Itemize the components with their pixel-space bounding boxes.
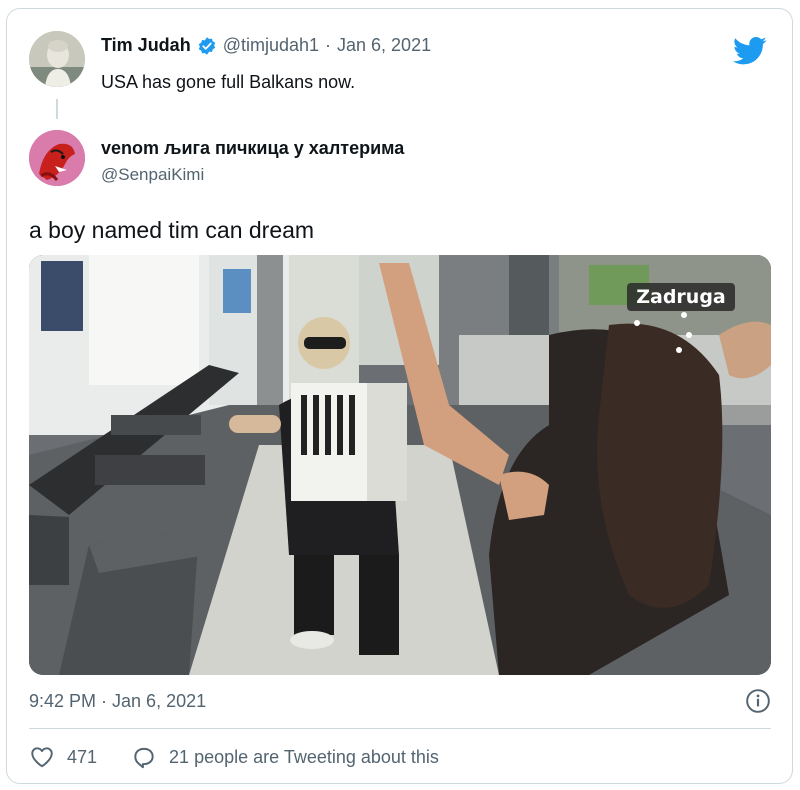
tweeting-about-link[interactable]: 21 people are Tweeting about this bbox=[131, 744, 439, 770]
tweet-embed-card: Tim Judah @timjudah1 · Jan 6, 2021 USA h… bbox=[6, 8, 793, 784]
avatar[interactable] bbox=[29, 130, 85, 186]
handle[interactable]: @SenpaiKimi bbox=[101, 165, 204, 185]
quote-tweet-text: USA has gone full Balkans now. bbox=[101, 72, 356, 92]
info-icon[interactable] bbox=[745, 688, 771, 714]
heart-icon bbox=[29, 744, 55, 770]
speech-bubble-icon bbox=[131, 744, 157, 770]
quote-tweet-header: Tim Judah @timjudah1 · Jan 6, 2021 bbox=[101, 35, 431, 56]
twitter-bird-icon[interactable] bbox=[733, 36, 767, 66]
reply-thread-line bbox=[56, 99, 58, 119]
tweet-date[interactable]: Jan 6, 2021 bbox=[337, 35, 431, 56]
tweet-text: a boy named tim can dream bbox=[29, 217, 315, 243]
display-name[interactable]: venom љига пичкица у халтерима bbox=[101, 138, 404, 159]
handle[interactable]: @timjudah1 bbox=[223, 35, 319, 56]
action-bar: 471 21 people are Tweeting about this bbox=[29, 744, 439, 770]
separator: · bbox=[325, 35, 332, 55]
like-button[interactable]: 471 bbox=[29, 744, 97, 770]
display-name[interactable]: Tim Judah bbox=[101, 35, 191, 56]
media-overlay-logo: Zadruga bbox=[636, 286, 726, 308]
video-thumbnail[interactable]: Zadruga bbox=[29, 255, 771, 675]
tweet-timestamp[interactable]: 9:42 PM · Jan 6, 2021 bbox=[29, 691, 206, 712]
tweeting-about-text: 21 people are Tweeting about this bbox=[169, 746, 439, 767]
like-count: 471 bbox=[67, 746, 98, 767]
avatar[interactable] bbox=[29, 31, 85, 87]
divider bbox=[29, 728, 771, 729]
verified-badge-icon bbox=[197, 36, 217, 56]
